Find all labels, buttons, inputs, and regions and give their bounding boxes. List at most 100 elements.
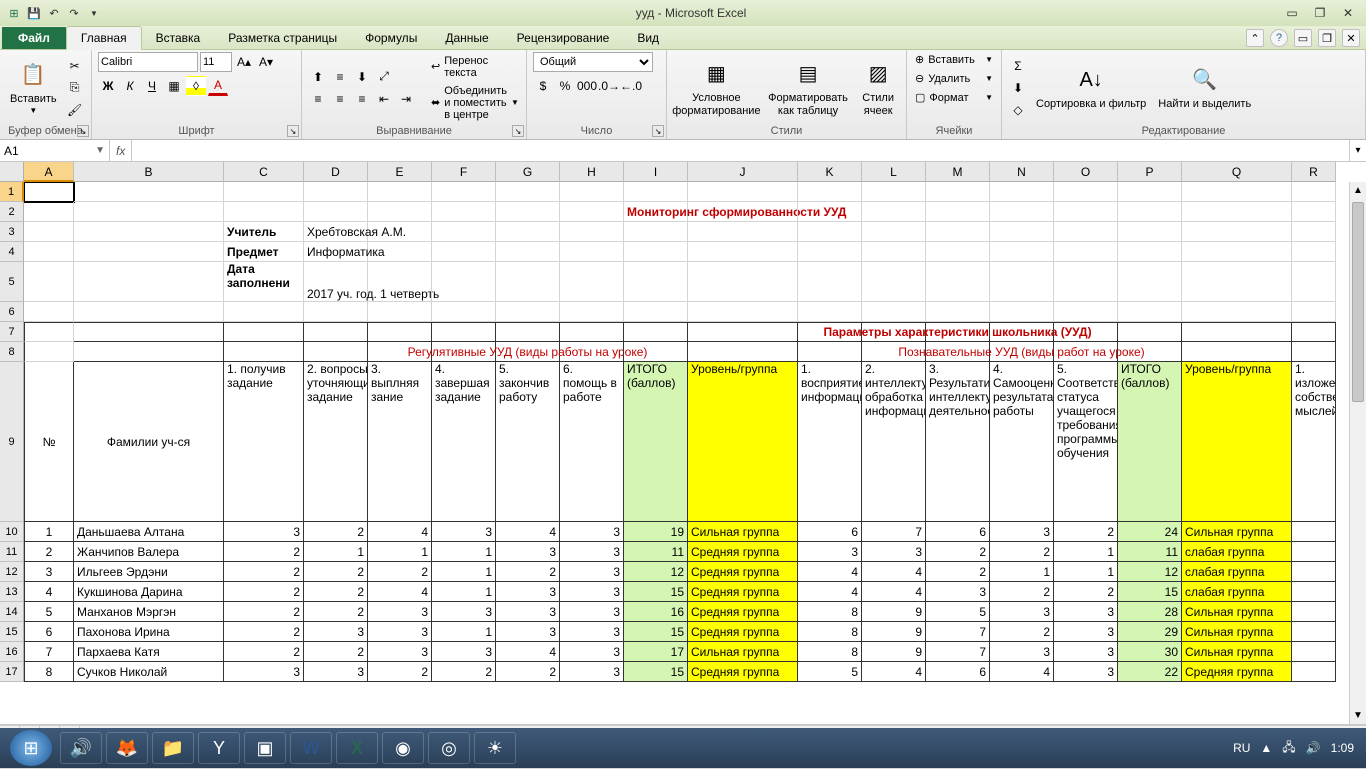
italic-button[interactable]: К: [120, 76, 140, 96]
row-header-14[interactable]: 14: [0, 602, 24, 622]
cell-A4[interactable]: [24, 242, 74, 262]
delete-cells-button[interactable]: ⊖Удалить▼: [913, 71, 995, 86]
font-size-input[interactable]: [200, 52, 232, 72]
row-header-8[interactable]: 8: [0, 342, 24, 362]
cell-H10[interactable]: 3: [560, 522, 624, 542]
cell-N8[interactable]: Познавательные УУД (виды работ на уроке): [990, 342, 1054, 362]
fill-icon[interactable]: ⬇: [1008, 78, 1028, 98]
cell-Q11[interactable]: слабая группа: [1182, 542, 1292, 562]
font-name-input[interactable]: [98, 52, 198, 72]
cell-C11[interactable]: 2: [224, 542, 304, 562]
cell-G9[interactable]: 5. закончив работу: [496, 362, 560, 522]
cell-K6[interactable]: [798, 302, 862, 322]
cell-B8[interactable]: [74, 342, 224, 362]
cell-J14[interactable]: Средняя группа: [688, 602, 798, 622]
cell-I15[interactable]: 15: [624, 622, 688, 642]
cell-M14[interactable]: 5: [926, 602, 990, 622]
cell-I4[interactable]: [624, 242, 688, 262]
cell-F14[interactable]: 3: [432, 602, 496, 622]
cell-N2[interactable]: [990, 202, 1054, 222]
cell-L4[interactable]: [862, 242, 926, 262]
tab-home[interactable]: Главная: [66, 26, 142, 50]
cell-C5[interactable]: Дата заполнени: [224, 262, 304, 302]
fx-icon[interactable]: fx: [116, 144, 125, 158]
row-header-13[interactable]: 13: [0, 582, 24, 602]
cell-I2[interactable]: Мониторинг сформированности УУД: [624, 202, 688, 222]
taskbar-app-icon[interactable]: ▣: [244, 732, 286, 764]
cell-K3[interactable]: [798, 222, 862, 242]
formula-input[interactable]: [132, 140, 1349, 161]
cell-M9[interactable]: 3. Результативность интеллектуальной дея…: [926, 362, 990, 522]
col-header-L[interactable]: L: [862, 162, 926, 182]
cell-G2[interactable]: [496, 202, 560, 222]
cell-E4[interactable]: [368, 242, 432, 262]
cell-B7[interactable]: [74, 322, 224, 342]
cell-L5[interactable]: [862, 262, 926, 302]
cell-L3[interactable]: [862, 222, 926, 242]
redo-icon[interactable]: ↷: [66, 5, 82, 21]
cell-G15[interactable]: 3: [496, 622, 560, 642]
save-icon[interactable]: 💾: [26, 5, 42, 21]
cell-M4[interactable]: [926, 242, 990, 262]
cell-Q15[interactable]: Сильная группа: [1182, 622, 1292, 642]
cell-O12[interactable]: 1: [1054, 562, 1118, 582]
underline-button[interactable]: Ч: [142, 76, 162, 96]
cell-G11[interactable]: 3: [496, 542, 560, 562]
row-header-17[interactable]: 17: [0, 662, 24, 682]
cell-E11[interactable]: 1: [368, 542, 432, 562]
wb-minimize-icon[interactable]: ▭: [1294, 29, 1312, 47]
cell-F16[interactable]: 3: [432, 642, 496, 662]
align-top-icon[interactable]: ⬆: [308, 67, 328, 87]
cell-P6[interactable]: [1118, 302, 1182, 322]
cell-M6[interactable]: [926, 302, 990, 322]
tab-layout[interactable]: Разметка страницы: [214, 27, 351, 49]
cell-G8[interactable]: Регулятивные УУД (виды работы на уроке): [496, 342, 560, 362]
cell-L12[interactable]: 4: [862, 562, 926, 582]
cell-K1[interactable]: [798, 182, 862, 202]
fill-color-button[interactable]: ◊: [186, 76, 206, 96]
cell-O13[interactable]: 2: [1054, 582, 1118, 602]
cell-H14[interactable]: 3: [560, 602, 624, 622]
cell-Q13[interactable]: слабая группа: [1182, 582, 1292, 602]
cell-E7[interactable]: [368, 322, 432, 342]
cell-Q6[interactable]: [1182, 302, 1292, 322]
cell-E12[interactable]: 2: [368, 562, 432, 582]
name-box[interactable]: ▼: [0, 140, 110, 161]
cell-A2[interactable]: [24, 202, 74, 222]
cell-D13[interactable]: 2: [304, 582, 368, 602]
insert-cells-button[interactable]: ⊕Вставить▼: [913, 52, 995, 67]
cell-R1[interactable]: [1292, 182, 1336, 202]
cell-P2[interactable]: [1118, 202, 1182, 222]
paste-button[interactable]: 📋 Вставить ▼: [6, 57, 61, 118]
cell-F1[interactable]: [432, 182, 496, 202]
cell-I1[interactable]: [624, 182, 688, 202]
format-painter-icon[interactable]: 🖌: [65, 100, 85, 120]
vscroll-thumb[interactable]: [1352, 202, 1364, 402]
cell-M3[interactable]: [926, 222, 990, 242]
cell-C6[interactable]: [224, 302, 304, 322]
cell-Q7[interactable]: [1182, 322, 1292, 342]
vertical-scrollbar[interactable]: ▲ ▼: [1349, 182, 1366, 724]
cell-R7[interactable]: [1292, 322, 1336, 342]
comma-icon[interactable]: 000: [577, 76, 597, 96]
cell-K8[interactable]: [798, 342, 862, 362]
align-bottom-icon[interactable]: ⬇: [352, 67, 372, 87]
tray-flag-icon[interactable]: ▲: [1260, 741, 1272, 755]
row-header-4[interactable]: 4: [0, 242, 24, 262]
copy-icon[interactable]: ⎘: [65, 78, 85, 98]
percent-icon[interactable]: %: [555, 76, 575, 96]
col-header-O[interactable]: O: [1054, 162, 1118, 182]
cell-D11[interactable]: 1: [304, 542, 368, 562]
cell-O9[interactable]: 5. Соответствие статуса учащегося требов…: [1054, 362, 1118, 522]
cell-A14[interactable]: 5: [24, 602, 74, 622]
cell-L11[interactable]: 3: [862, 542, 926, 562]
row-header-1[interactable]: 1: [0, 182, 24, 202]
cell-F12[interactable]: 1: [432, 562, 496, 582]
cell-M5[interactable]: [926, 262, 990, 302]
cell-D10[interactable]: 2: [304, 522, 368, 542]
cell-C3[interactable]: Учитель: [224, 222, 304, 242]
cell-D9[interactable]: 2. вопросы, уточняющие задание: [304, 362, 368, 522]
cell-R3[interactable]: [1292, 222, 1336, 242]
cell-D4[interactable]: Информатика: [304, 242, 368, 262]
cell-J17[interactable]: Средняя группа: [688, 662, 798, 682]
